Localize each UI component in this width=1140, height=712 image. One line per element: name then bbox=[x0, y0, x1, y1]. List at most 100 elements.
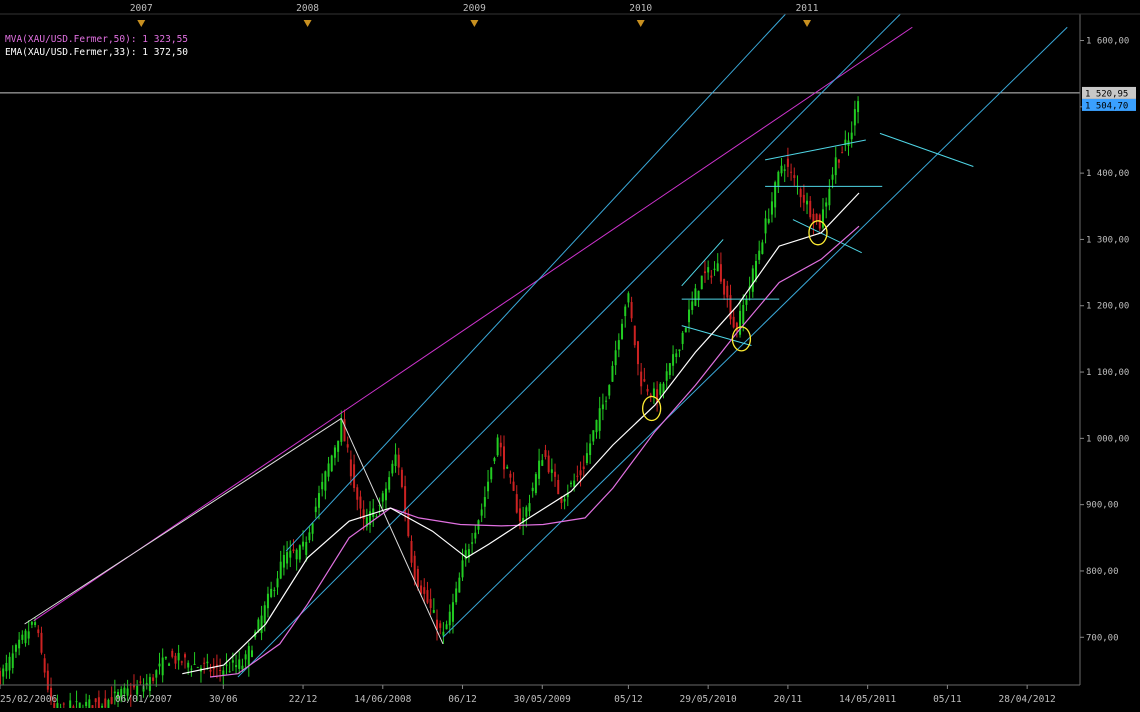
candle-body bbox=[350, 459, 352, 476]
candle-body bbox=[806, 201, 808, 205]
candle-body bbox=[356, 487, 358, 499]
candle-body bbox=[123, 688, 125, 694]
candle-body bbox=[758, 251, 760, 260]
candle-body bbox=[647, 389, 649, 392]
candle-body bbox=[688, 310, 690, 323]
candle-body bbox=[643, 379, 645, 381]
candle-body bbox=[471, 542, 473, 543]
candle-body bbox=[564, 499, 566, 502]
candle-body bbox=[197, 667, 199, 668]
candle-body bbox=[210, 670, 212, 672]
candle-body bbox=[353, 464, 355, 488]
candle-body bbox=[682, 333, 684, 344]
candle-body bbox=[599, 408, 601, 431]
candle-body bbox=[433, 610, 435, 613]
candle-body bbox=[672, 354, 674, 366]
x-tick-label: 06/01/2007 bbox=[115, 694, 172, 705]
candle-body bbox=[803, 195, 805, 203]
candle-body bbox=[305, 542, 307, 555]
candle-body bbox=[627, 293, 629, 302]
candle-body bbox=[363, 509, 365, 518]
candle-body bbox=[624, 307, 626, 317]
candle-body bbox=[739, 311, 741, 335]
candle-body bbox=[18, 640, 20, 649]
candle-body bbox=[299, 545, 301, 559]
candle-body bbox=[420, 585, 422, 593]
candle-body bbox=[292, 549, 294, 550]
candle-body bbox=[337, 441, 339, 452]
candle-body bbox=[206, 662, 208, 663]
candle-body bbox=[490, 468, 492, 480]
candle-body bbox=[34, 622, 36, 625]
candle-body bbox=[331, 456, 333, 472]
candle-body bbox=[755, 261, 757, 279]
candle-body bbox=[592, 430, 594, 441]
candle-body bbox=[717, 263, 719, 271]
candle-body bbox=[474, 533, 476, 539]
price-chart[interactable]: 700,00800,00900,001 000,001 100,001 200,… bbox=[0, 0, 1140, 708]
candle-body bbox=[841, 152, 843, 153]
candle-body bbox=[184, 654, 186, 657]
candle-body bbox=[162, 658, 164, 676]
candle-body bbox=[529, 503, 531, 511]
y-tick-label: 1 000,00 bbox=[1086, 434, 1129, 444]
candle-body bbox=[267, 594, 269, 608]
candle-body bbox=[771, 201, 773, 214]
candle-body bbox=[493, 458, 495, 461]
candle-body bbox=[324, 471, 326, 490]
candle-body bbox=[586, 453, 588, 463]
candle-body bbox=[541, 460, 543, 466]
x-tick-label: 05/11 bbox=[933, 694, 962, 705]
y-tick-label: 900,00 bbox=[1086, 501, 1119, 511]
candle-body bbox=[171, 651, 173, 657]
candle-body bbox=[88, 699, 90, 708]
x-tick-label: 25/02/2006 bbox=[0, 694, 57, 705]
candle-body bbox=[414, 556, 416, 580]
candle-body bbox=[589, 443, 591, 455]
x-tick-label: 14/06/2008 bbox=[354, 694, 411, 705]
candle-body bbox=[347, 444, 349, 447]
year-label: 2007 bbox=[130, 3, 153, 14]
candle-body bbox=[280, 562, 282, 579]
candle-body bbox=[752, 268, 754, 291]
candle-body bbox=[359, 497, 361, 509]
candle-body bbox=[76, 701, 78, 702]
candle-body bbox=[462, 560, 464, 577]
y-tick-label: 1 600,00 bbox=[1086, 37, 1129, 47]
candle-body bbox=[232, 660, 234, 662]
candle-body bbox=[155, 670, 157, 677]
candle-body bbox=[391, 464, 393, 474]
candle-body bbox=[576, 476, 578, 477]
candle-body bbox=[710, 276, 712, 278]
candle-body bbox=[158, 664, 160, 667]
candle-body bbox=[525, 507, 527, 516]
candle-body bbox=[225, 665, 227, 666]
candle-body bbox=[828, 189, 830, 205]
candle-body bbox=[165, 657, 167, 659]
y-tick-label: 1 400,00 bbox=[1086, 169, 1129, 179]
candle-body bbox=[328, 463, 330, 476]
candle-body bbox=[315, 507, 317, 513]
candle-body bbox=[851, 133, 853, 140]
candle-body bbox=[720, 264, 722, 281]
legend-ema-label: EMA(XAU/USD.Fermer,33): 1 372,50 bbox=[5, 47, 188, 58]
candle-body bbox=[790, 172, 792, 173]
candle-body bbox=[793, 175, 795, 178]
candle-body bbox=[203, 663, 205, 664]
candle-body bbox=[787, 159, 789, 167]
candle-body bbox=[506, 467, 508, 469]
candle-body bbox=[519, 508, 521, 521]
candle-body bbox=[37, 629, 39, 633]
candle-body bbox=[694, 288, 696, 305]
candle-body bbox=[650, 395, 652, 396]
candle-body bbox=[455, 588, 457, 602]
candle-body bbox=[611, 366, 613, 382]
candle-body bbox=[742, 305, 744, 324]
candle-body bbox=[768, 219, 770, 223]
candle-body bbox=[2, 669, 4, 677]
candle-body bbox=[395, 454, 397, 466]
candle-body bbox=[241, 666, 243, 670]
candle-body bbox=[685, 328, 687, 333]
candle-body bbox=[835, 157, 837, 175]
year-label: 2010 bbox=[629, 3, 652, 14]
